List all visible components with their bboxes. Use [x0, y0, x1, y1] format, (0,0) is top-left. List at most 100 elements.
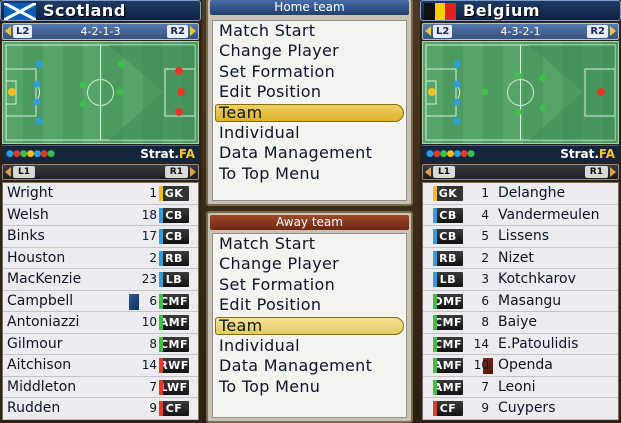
away-formation-r2: R2: [587, 25, 608, 38]
position-badge: CMF: [159, 293, 189, 309]
menu-item-change-player[interactable]: Change Player: [213, 41, 406, 61]
roster-row[interactable]: Wright 1 GK: [3, 183, 198, 205]
home-formation-bar[interactable]: L2 4-2-1-3 R2: [2, 23, 199, 40]
player-number: 18: [141, 207, 157, 222]
player-number: 10: [473, 358, 489, 372]
roster-row[interactable]: Antoniazzi 10 AMF: [3, 312, 198, 334]
belgium-flag-icon: [424, 3, 456, 20]
player-name: E.Patoulidis: [498, 335, 579, 352]
away-team-menu: Away team Match Start Change Player Set …: [206, 211, 413, 423]
arrow-left-icon[interactable]: [5, 167, 11, 177]
menu-item-set-formation[interactable]: Set Formation: [213, 62, 406, 82]
arrow-right-icon[interactable]: [610, 167, 616, 177]
player-number: 2: [149, 250, 157, 265]
menu-item-individual[interactable]: Individual: [213, 123, 406, 143]
roster-row[interactable]: Gilmour 8 CMF: [3, 334, 198, 355]
away-formation-pitch[interactable]: [422, 41, 619, 144]
player-number: 8: [481, 315, 489, 329]
menu-item-team[interactable]: Team: [213, 316, 406, 336]
home-strategy-bar: ●●●●●●● Strat.FA: [2, 145, 199, 162]
player-number: 5: [481, 229, 489, 243]
position-badge: AMF: [433, 379, 463, 395]
home-list-r1: R1: [164, 166, 188, 178]
arrow-right-icon[interactable]: [610, 26, 616, 36]
away-list-l1: L1: [433, 166, 455, 178]
away-strategy-bar: ●●●●●●● Strat.FA: [422, 145, 619, 162]
position-badge: AMF: [433, 358, 463, 373]
position-badge: RWF: [159, 358, 189, 373]
player-name: Vandermeulen: [498, 206, 600, 223]
position-badge: LWF: [159, 379, 189, 395]
roster-row[interactable]: RB 2 Nizet: [423, 248, 618, 269]
roster-row[interactable]: GK 1 Delanghe: [423, 183, 618, 205]
roster-row[interactable]: DMF 6 Masangu: [423, 291, 618, 312]
menu-item-data-management[interactable]: Data Management: [213, 143, 406, 163]
roster-row[interactable]: Welsh 18 CB: [3, 205, 198, 226]
position-badge: GK: [433, 186, 463, 201]
arrow-right-icon[interactable]: [190, 167, 196, 177]
player-name: Houston: [7, 249, 66, 266]
roster-row[interactable]: CMF 14 E.Patoulidis: [423, 334, 618, 355]
roster-row[interactable]: LB 3 Kotchkarov: [423, 269, 618, 291]
away-menu-list: Match Start Change Player Set Formation …: [212, 233, 407, 418]
home-formation-pitch[interactable]: [2, 41, 199, 144]
home-team-header: Scotland: [0, 0, 201, 21]
player-number: 7: [481, 379, 489, 394]
player-number: 23: [141, 272, 157, 286]
menu-item-individual[interactable]: Individual: [213, 336, 406, 356]
roster-row[interactable]: Rudden 9 CF: [3, 398, 198, 420]
roster-row[interactable]: Aitchison 14 RWF: [3, 355, 198, 377]
menu-item-match-start[interactable]: Match Start: [213, 21, 406, 41]
menu-item-edit-position[interactable]: Edit Position: [213, 82, 406, 102]
player-number: 2: [481, 250, 489, 265]
arrow-right-icon[interactable]: [190, 26, 196, 36]
menu-item-to-top-menu[interactable]: To Top Menu: [213, 377, 406, 397]
arrow-left-icon[interactable]: [425, 167, 431, 177]
roster-row[interactable]: CF 9 Cuypers: [423, 398, 618, 420]
roster-row[interactable]: CMF 8 Baiye: [423, 312, 618, 334]
player-name: Wright: [7, 185, 54, 201]
roster-row[interactable]: AMF 7 Leoni: [423, 377, 618, 398]
menu-item-match-start[interactable]: Match Start: [213, 234, 406, 254]
roster-row[interactable]: Middleton 7 LWF: [3, 377, 198, 398]
home-list-bar[interactable]: L1 R1: [2, 164, 199, 180]
player-dot: [8, 88, 16, 96]
player-name: Gilmour: [7, 335, 63, 352]
position-badge: CF: [433, 401, 463, 416]
pitch-lines: [5, 44, 196, 141]
menu-item-to-top-menu[interactable]: To Top Menu: [213, 164, 406, 184]
roster-row[interactable]: CB 4 Vandermeulen: [423, 205, 618, 226]
away-list-bar[interactable]: L1 R1: [422, 164, 619, 180]
roster-row[interactable]: AMF 10 Openda: [423, 355, 618, 377]
menu-item-data-management[interactable]: Data Management: [213, 356, 406, 376]
roster-row[interactable]: MacKenzie 23 LB: [3, 269, 198, 291]
roster-row[interactable]: Houston 2 RB: [3, 248, 198, 269]
away-formation-bar[interactable]: L2 4-3-2-1 R2: [422, 23, 619, 40]
away-team-name: Belgium: [463, 1, 541, 20]
home-menu-title: Home team: [210, 0, 409, 15]
position-badge: CB: [433, 229, 463, 244]
position-badge: CB: [159, 207, 189, 223]
position-badge: DMF: [433, 293, 463, 309]
player-name: Rudden: [7, 400, 61, 416]
player-number: 9: [149, 401, 157, 415]
position-badge: CF: [159, 401, 189, 416]
roster-row[interactable]: CB 5 Lissens: [423, 226, 618, 248]
position-badge: RB: [159, 250, 189, 266]
player-name: MacKenzie: [7, 271, 82, 287]
home-roster-list: Wright 1 GK Welsh 18 CB Binks 17 CB Houston 2 RB…: [2, 182, 199, 420]
player-name: Lissens: [498, 228, 550, 244]
roster-row[interactable]: Binks 17 CB: [3, 226, 198, 248]
away-strategy-label: Strat.FA: [560, 147, 615, 161]
player-name: Binks: [7, 228, 45, 244]
player-number: 8: [149, 336, 157, 351]
roster-row[interactable]: Campbell 6 CMF: [3, 291, 198, 312]
player-number: 17: [141, 229, 157, 243]
player-name: Cuypers: [498, 400, 556, 416]
menu-item-team[interactable]: Team: [213, 103, 406, 123]
position-badge: CMF: [433, 336, 463, 352]
menu-item-edit-position[interactable]: Edit Position: [213, 295, 406, 315]
menu-item-set-formation[interactable]: Set Formation: [213, 275, 406, 295]
position-badge: CB: [159, 229, 189, 244]
menu-item-change-player[interactable]: Change Player: [213, 254, 406, 274]
